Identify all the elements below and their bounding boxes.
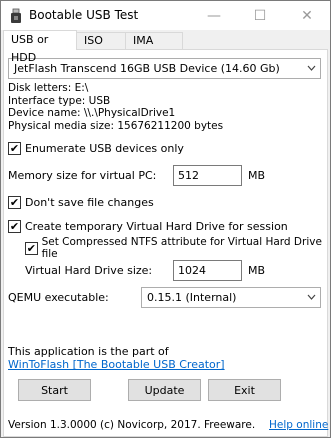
memory-size-unit: MB bbox=[248, 169, 266, 182]
minimize-button[interactable]: — bbox=[191, 1, 237, 30]
close-button[interactable]: ✕ bbox=[284, 1, 330, 30]
wintoflash-link[interactable]: WinToFlash [The Bootable USB Creator] bbox=[8, 358, 225, 371]
help-online-link[interactable]: Help online bbox=[269, 419, 328, 431]
memory-size-input[interactable]: 512 bbox=[173, 165, 242, 186]
device-info: Disk letters: E:\ Interface type: USB De… bbox=[8, 82, 223, 132]
qemu-select-value: 0.15.1 (Internal) bbox=[147, 291, 237, 304]
tab-usb-or-hdd[interactable]: USB or HDD bbox=[3, 30, 77, 64]
checkmark-icon: ✔ bbox=[8, 195, 21, 209]
dont-save-checkbox[interactable]: ✔ Don't save file changes bbox=[8, 195, 154, 209]
checkmark-icon: ✔ bbox=[8, 219, 21, 233]
start-button[interactable]: Start bbox=[18, 379, 91, 401]
tab-ima[interactable]: IMA bbox=[125, 32, 183, 49]
interface-type: Interface type: USB bbox=[8, 94, 111, 107]
maximize-button[interactable]: ☐ bbox=[237, 1, 283, 30]
physical-media-size: Physical media size: 15676211200 bytes bbox=[8, 119, 224, 132]
qemu-label: QEMU executable: bbox=[8, 291, 109, 304]
checkmark-icon: ✔ bbox=[25, 241, 38, 255]
enumerate-usb-label: Enumerate USB devices only bbox=[25, 141, 184, 155]
disk-letters: Disk letters: E:\ bbox=[8, 82, 89, 94]
compressed-ntfs-checkbox[interactable]: ✔ Set Compressed NTFS attribute for Virt… bbox=[25, 236, 330, 260]
enumerate-usb-checkbox[interactable]: ✔ Enumerate USB devices only bbox=[8, 141, 184, 155]
vhd-size-label: Virtual Hard Drive size: bbox=[25, 264, 153, 277]
tab-strip: USB or HDD ISO IMA bbox=[1, 30, 330, 64]
title-bar: Bootable USB Test — ☐ ✕ bbox=[1, 1, 330, 30]
qemu-select[interactable]: 0.15.1 (Internal) bbox=[141, 287, 321, 308]
vhd-size-input[interactable]: 1024 bbox=[173, 260, 242, 281]
app-window: Bootable USB Test — ☐ ✕ USB or HDD ISO I… bbox=[0, 0, 331, 438]
exit-button[interactable]: Exit bbox=[208, 379, 281, 401]
checkmark-icon: ✔ bbox=[8, 141, 21, 155]
compressed-ntfs-label: Set Compressed NTFS attribute for Virtua… bbox=[41, 236, 322, 260]
window-title: Bootable USB Test bbox=[29, 8, 139, 22]
device-select-value: JetFlash Transcend 16GB USB Device (14.6… bbox=[14, 62, 280, 75]
chevron-down-icon bbox=[307, 59, 316, 86]
usb-app-icon bbox=[8, 8, 24, 24]
device-name: Device name: \\.\PhysicalDrive1 bbox=[8, 107, 176, 119]
create-vhd-checkbox[interactable]: ✔ Create temporary Virtual Hard Drive fo… bbox=[8, 219, 288, 233]
tab-iso[interactable]: ISO bbox=[76, 32, 126, 49]
memory-size-label: Memory size for virtual PC: bbox=[8, 169, 157, 182]
create-vhd-label: Create temporary Virtual Hard Drive for … bbox=[25, 219, 288, 233]
update-button[interactable]: Update bbox=[128, 379, 201, 401]
vhd-size-unit: MB bbox=[248, 264, 266, 277]
device-select[interactable]: JetFlash Transcend 16GB USB Device (14.6… bbox=[8, 58, 321, 79]
version-text: Version 1.3.0000 (c) Novicorp, 2017. Fre… bbox=[8, 419, 256, 431]
dont-save-label: Don't save file changes bbox=[25, 195, 154, 209]
chevron-down-icon bbox=[307, 288, 316, 315]
part-of-text: This application is the part of bbox=[8, 345, 169, 358]
